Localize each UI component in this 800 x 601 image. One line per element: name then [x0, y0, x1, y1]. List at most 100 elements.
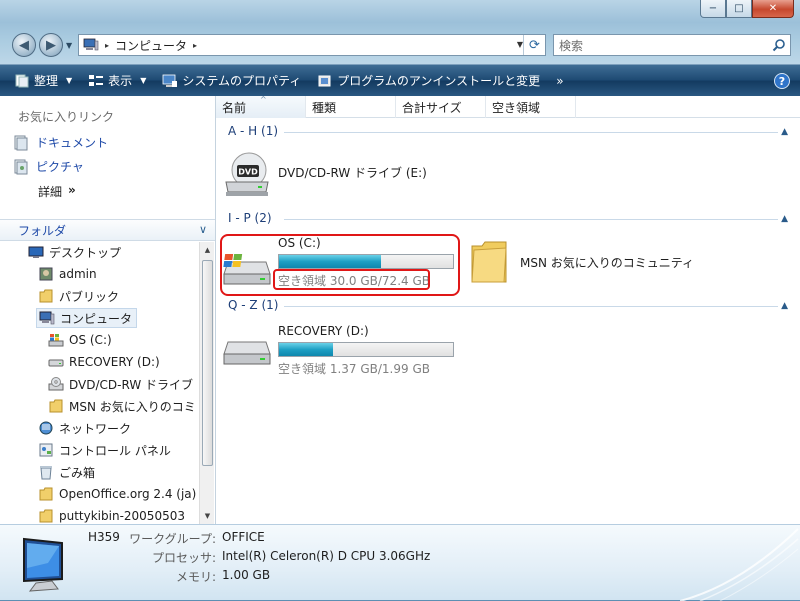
breadcrumb-separator-2[interactable]: ▸ — [193, 41, 197, 50]
tree-item-control-panel[interactable]: コントロール パネル — [38, 440, 171, 460]
folders-header[interactable]: フォルダ ∨ — [0, 219, 215, 241]
more-links-button[interactable]: 詳細 » — [38, 183, 76, 200]
tree-item-label: パブリック — [59, 289, 120, 304]
group-collapse-icon[interactable]: ▲ — [781, 214, 788, 224]
address-bar[interactable]: ▸ コンピュータ ▸ ▼ ⟳ — [78, 34, 546, 56]
tree-item-network[interactable]: ネットワーク — [38, 418, 131, 438]
tree-item-os-c[interactable]: OS (C:) — [48, 330, 112, 350]
favorite-link-label: ドキュメント — [36, 136, 109, 150]
memory-label: メモリ: — [175, 570, 216, 584]
tree-item-openoffice[interactable]: OpenOffice.org 2.4 (ja) — [38, 484, 196, 504]
favorite-link-pictures[interactable]: ピクチャ — [14, 158, 84, 175]
group-label: A - H (1) — [228, 124, 279, 138]
tree-item-public[interactable]: パブリック — [38, 286, 119, 306]
column-label: 名前 — [222, 100, 247, 115]
tree-item-label: RECOVERY (D:) — [69, 355, 160, 369]
group-divider — [284, 132, 778, 133]
more-commands-icon: » — [556, 73, 564, 88]
group-collapse-icon[interactable]: ▲ — [781, 127, 788, 137]
memory-value: 1.00 GB — [222, 568, 271, 582]
minimize-button[interactable]: − — [700, 0, 726, 18]
column-type[interactable]: 種類 — [306, 96, 396, 118]
column-total-size[interactable]: 合計サイズ — [396, 96, 486, 118]
tree-item-msn[interactable]: MSN お気に入りのコミ — [48, 396, 196, 416]
scrollbar-thumb[interactable] — [202, 260, 213, 466]
help-icon[interactable]: ? — [774, 73, 790, 89]
views-dropdown-icon: ▼ — [140, 76, 147, 85]
tree-item-putty[interactable]: puttykibin-20050503 — [38, 506, 185, 524]
sort-ascending-icon: ^ — [260, 95, 267, 104]
column-label: 種類 — [312, 100, 337, 115]
annotation-free-space-box — [273, 269, 430, 290]
drive-name: DVD/CD-RW ドライブ (E:) — [278, 166, 427, 180]
views-button[interactable]: 表示 ▼ — [80, 65, 154, 96]
search-icon[interactable] — [772, 38, 786, 52]
documents-icon — [14, 135, 28, 150]
explorer-window: − □ ✕ ◀ ▶ ▼ ▸ コンピュータ ▸ ▼ ⟳ 検索 整理 ▼ 表示 ▼ … — [0, 0, 800, 601]
forward-arrow-icon: ▶ — [46, 37, 56, 53]
drive-icon — [223, 341, 271, 365]
column-free-space[interactable]: 空き領域 — [486, 96, 576, 118]
close-button[interactable]: ✕ — [752, 0, 794, 18]
forward-button[interactable]: ▶ — [39, 33, 63, 57]
uninstall-button[interactable]: プログラムのアンインストールと変更 — [309, 65, 548, 96]
workgroup-label: ワークグループ: — [129, 532, 216, 546]
tree-item-recycle-bin[interactable]: ごみ箱 — [38, 462, 95, 482]
disk-usage-fill — [279, 343, 333, 356]
programs-icon — [318, 75, 331, 86]
processor-value: Intel(R) Celeron(R) D CPU 3.06GHz — [222, 549, 431, 563]
group-header-a-h[interactable]: A - H (1) — [228, 124, 278, 138]
details-pane: H359 ワークグループ: OFFICE プロセッサ: Intel(R) Cel… — [0, 524, 800, 601]
tree-item-desktop[interactable]: デスクトップ — [28, 242, 121, 262]
control-panel-icon — [39, 443, 53, 457]
windows-drive-icon — [48, 334, 64, 347]
tree-item-label: DVD/CD-RW ドライブ — [69, 377, 194, 392]
favorite-links-title: お気に入りリンク — [18, 110, 115, 124]
recycle-bin-icon — [40, 466, 52, 480]
column-name[interactable]: 名前 ^ — [216, 95, 306, 118]
network-icon — [39, 421, 53, 435]
maximize-button[interactable]: □ — [726, 0, 752, 18]
folder-icon — [39, 487, 53, 501]
organize-dropdown-icon: ▼ — [66, 76, 73, 85]
chevron-down-icon[interactable]: ∨ — [199, 223, 207, 236]
workgroup-value: OFFICE — [222, 530, 265, 544]
uninstall-label: プログラムのアンインストールと変更 — [337, 74, 541, 88]
group-collapse-icon[interactable]: ▲ — [781, 301, 788, 311]
system-properties-button[interactable]: システムのプロパティ — [154, 65, 309, 96]
organize-label: 整理 — [34, 74, 59, 88]
column-label: 合計サイズ — [402, 100, 462, 115]
tree-item-admin[interactable]: admin — [38, 264, 97, 284]
tree-item-label: コントロール パネル — [59, 443, 171, 458]
tree-item-label: OS (C:) — [69, 333, 112, 347]
more-commands-button[interactable]: » — [548, 65, 571, 96]
tree-item-recovery-d[interactable]: RECOVERY (D:) — [48, 352, 160, 372]
scroll-up-icon[interactable]: ▲ — [200, 242, 215, 258]
drive-item-dvd[interactable]: DVD DVD/CD-RW ドライブ (E:) — [222, 148, 462, 198]
caption-buttons: − □ ✕ — [700, 0, 794, 18]
title-bar: − □ ✕ ◀ ▶ ▼ ▸ コンピュータ ▸ ▼ ⟳ 検索 — [0, 0, 800, 64]
folder-item-msn[interactable]: MSN お気に入りのコミュニティ — [468, 234, 768, 294]
column-label: 空き領域 — [492, 100, 541, 115]
back-button[interactable]: ◀ — [12, 33, 36, 57]
group-header-i-p[interactable]: I - P (2) — [228, 211, 272, 225]
tree-item-label: デスクトップ — [49, 245, 122, 260]
drive-name: RECOVERY (D:) — [278, 324, 369, 338]
organize-button[interactable]: 整理 ▼ — [0, 65, 80, 96]
drive-item-recovery-d[interactable]: RECOVERY (D:) 空き領域 1.37 GB/1.99 GB — [222, 322, 458, 378]
system-properties-icon — [162, 74, 178, 87]
tree-item-label: puttykibin-20050503 — [59, 509, 185, 523]
favorite-link-documents[interactable]: ドキュメント — [14, 134, 108, 151]
computer-icon — [39, 311, 55, 325]
scroll-down-icon[interactable]: ▼ — [200, 508, 215, 524]
tree-item-computer[interactable]: コンピュータ — [36, 308, 138, 328]
search-box[interactable]: 検索 — [553, 34, 791, 56]
tree-item-dvd-e[interactable]: DVD/CD-RW ドライブ — [48, 374, 193, 394]
refresh-icon[interactable]: ⟳ — [523, 35, 545, 55]
folder-tree-scrollbar[interactable]: ▲ ▼ — [199, 242, 214, 524]
recent-pages-dropdown[interactable]: ▼ — [66, 41, 72, 50]
group-header-q-z[interactable]: Q - Z (1) — [228, 298, 278, 312]
content-pane: 名前 ^ 種類 合計サイズ 空き領域 A - H (1) ▲ DVD DVD/C… — [216, 95, 800, 524]
breadcrumb-separator[interactable]: ▸ — [105, 41, 109, 50]
breadcrumb-computer[interactable]: コンピュータ — [115, 37, 187, 54]
